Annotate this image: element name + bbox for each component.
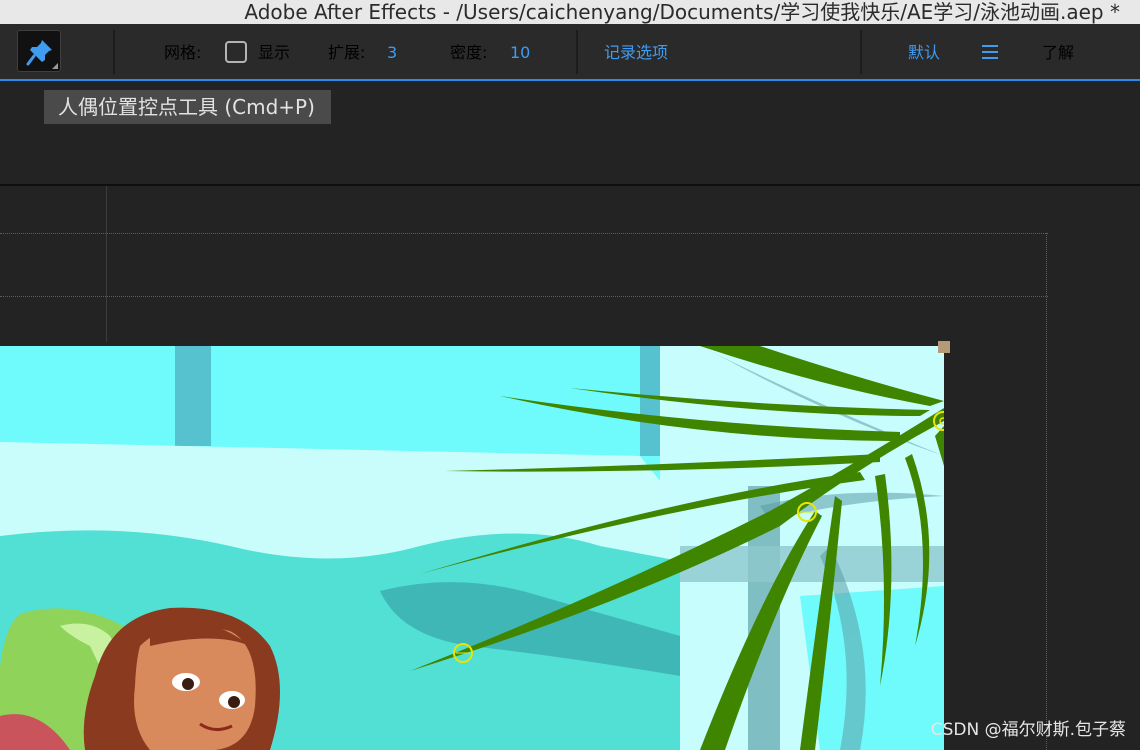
puppet-pin-1[interactable] <box>933 411 944 431</box>
window-title-bar: Adobe After Effects - /Users/caichenyang… <box>0 0 1140 24</box>
toolbar-separator <box>576 30 578 74</box>
expand-label: 扩展: <box>328 43 366 62</box>
workspace-default-tab[interactable]: 默认 <box>908 38 940 68</box>
pushpin-icon <box>26 40 52 66</box>
puppet-pin-2[interactable] <box>797 502 817 522</box>
puppet-pin-3[interactable] <box>453 643 473 663</box>
layer-corner-handle[interactable] <box>938 341 950 353</box>
density-value[interactable]: 10 <box>510 38 530 68</box>
composition-canvas[interactable] <box>0 346 944 750</box>
learn-workspace-tab[interactable]: 了解 <box>1042 38 1074 68</box>
record-options-button[interactable]: 记录选项 <box>604 38 668 68</box>
panel-divider <box>0 184 1140 186</box>
tool-flyout-indicator <box>52 63 58 69</box>
puppet-pins-overlay <box>453 411 944 663</box>
window-title: Adobe After Effects - /Users/caichenyang… <box>244 0 1120 24</box>
grid-label: 网格: <box>164 43 202 62</box>
toolbar-separator <box>860 30 862 74</box>
composition-guide <box>106 186 107 342</box>
toolbar-active-underline <box>0 79 1140 81</box>
grid-show-label[interactable]: 显示 <box>258 38 290 68</box>
toolbar-separator <box>113 30 115 74</box>
composition-guide <box>1046 233 1047 750</box>
composition-guide <box>0 233 1048 234</box>
grid-show-checkbox[interactable] <box>225 41 247 63</box>
tool-tooltip: 人偶位置控点工具 (Cmd+P) <box>44 90 331 124</box>
hamburger-menu-icon[interactable] <box>982 45 998 59</box>
composition-guide <box>0 296 1048 297</box>
puppet-position-pin-tool-button[interactable] <box>17 30 61 72</box>
watermark: CSDN @福尔财斯.包子蔡 <box>930 720 1126 740</box>
density-label: 密度: <box>450 43 488 62</box>
expand-value[interactable]: 3 <box>387 38 397 68</box>
